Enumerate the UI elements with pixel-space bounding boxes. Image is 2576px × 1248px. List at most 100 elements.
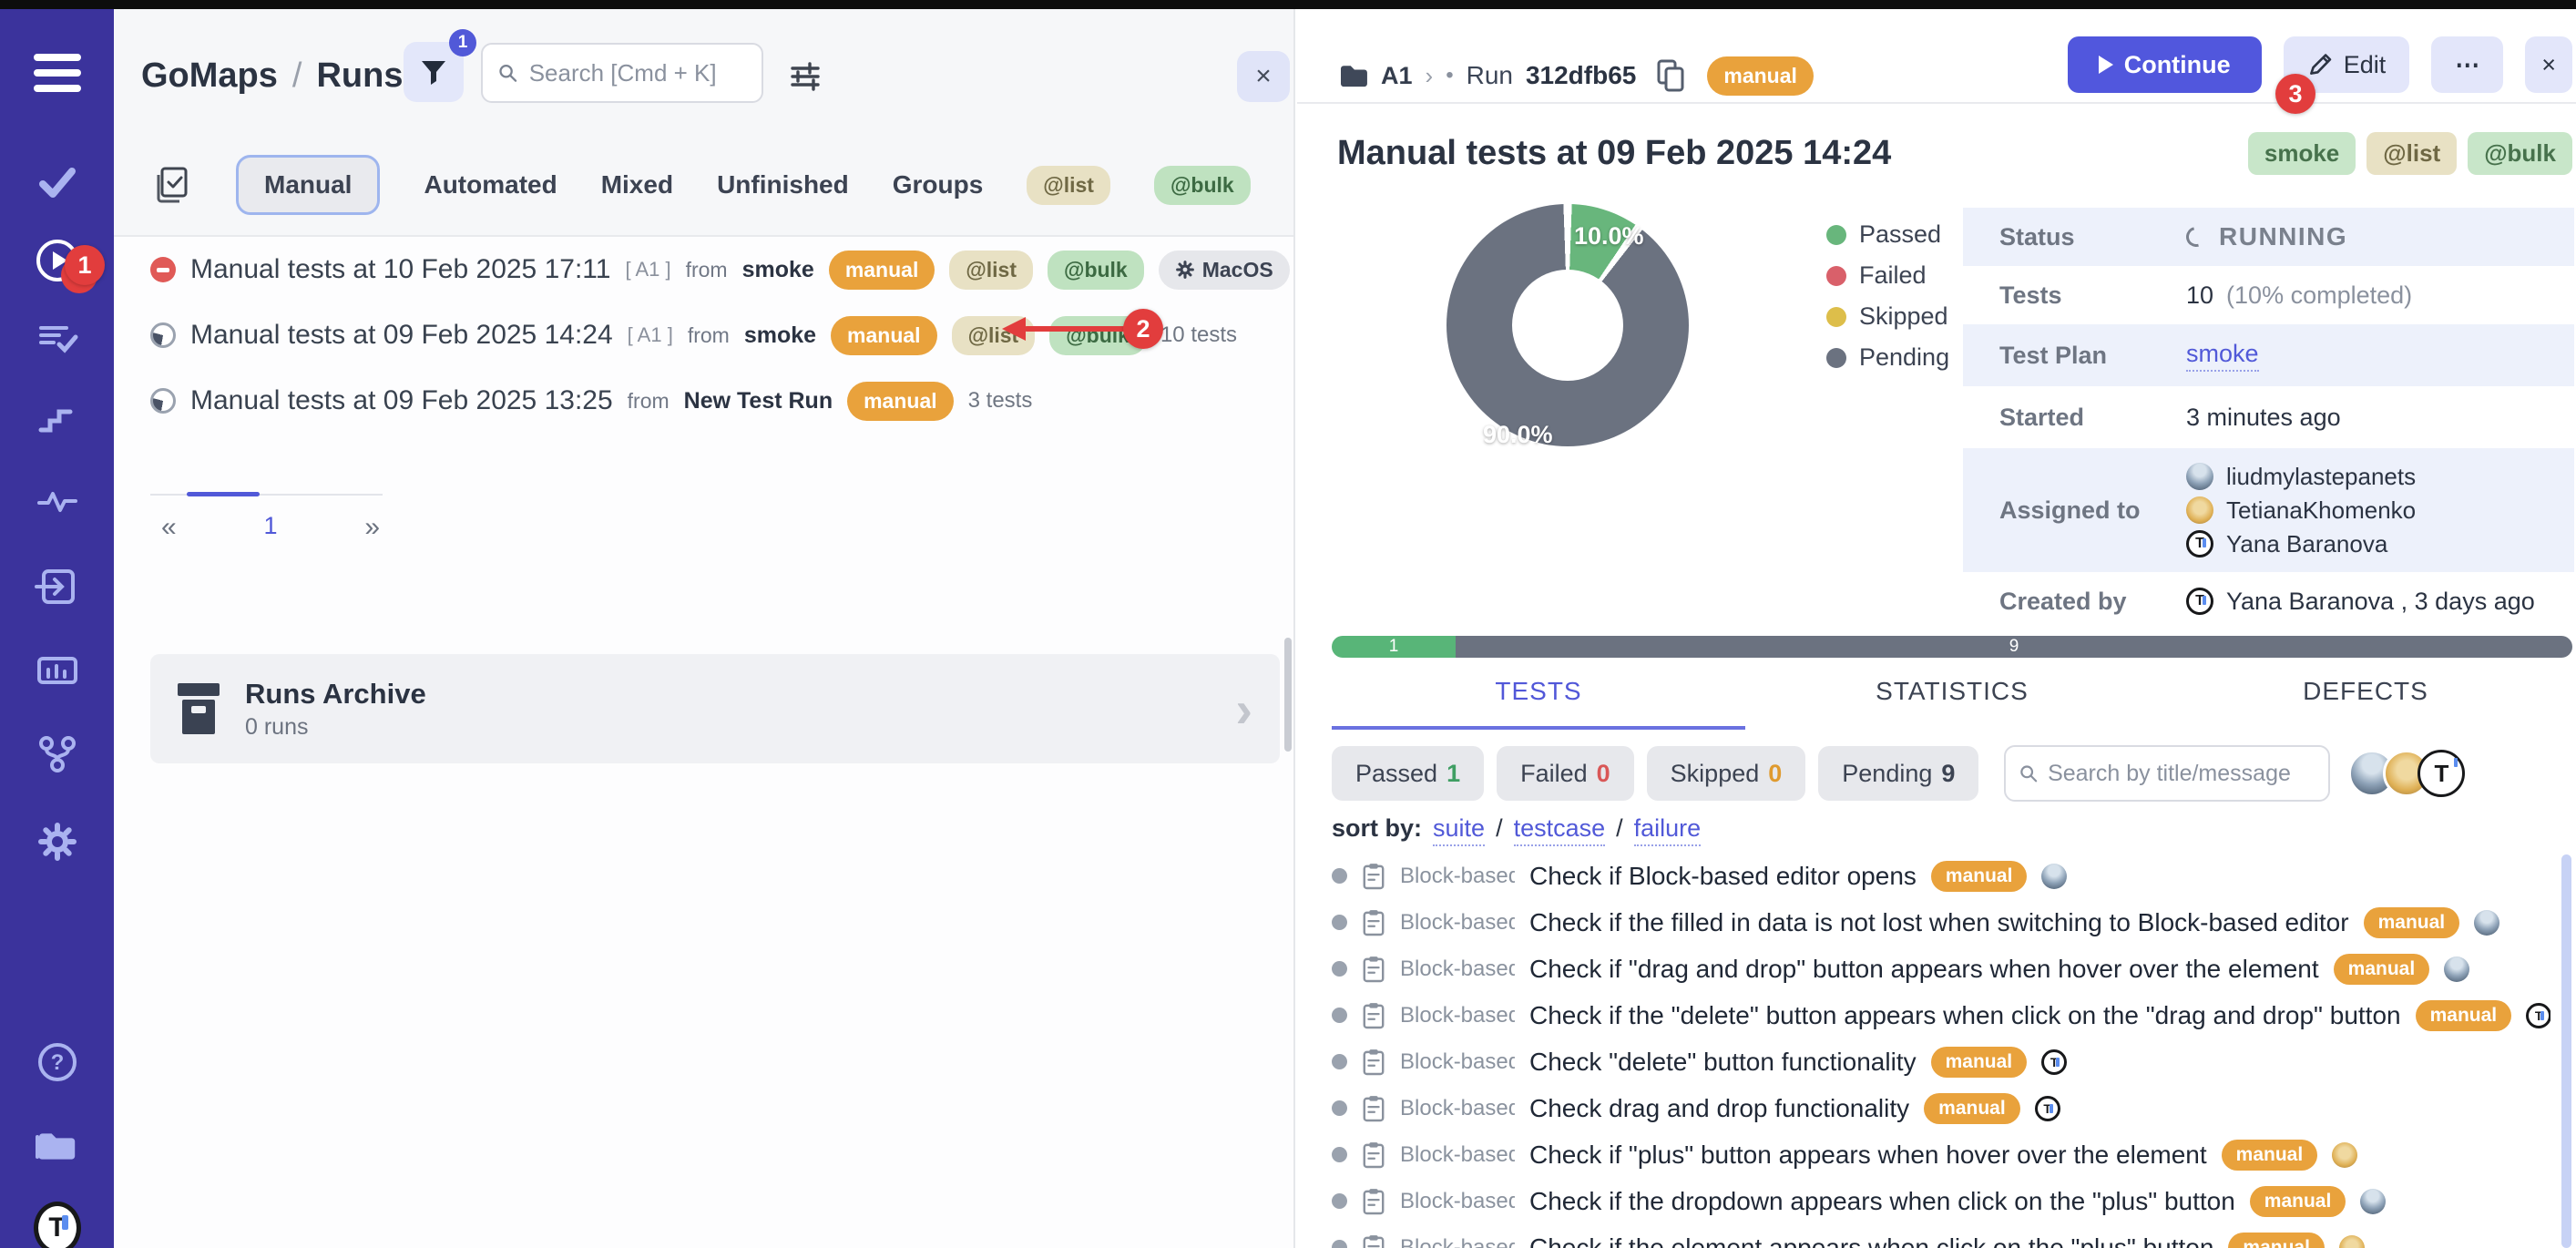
test-list-item[interactable]: Block-based...Check if the "delete" butt… (1332, 992, 2550, 1038)
run-badge-manual: manual (829, 251, 935, 290)
runs-search[interactable] (481, 43, 763, 103)
reports-icon[interactable] (34, 647, 81, 694)
result-filter-row: Passed1Failed0Skipped0Pending9 T (1332, 745, 2572, 802)
tests-search[interactable] (2004, 745, 2330, 802)
continue-button[interactable]: Continue (2068, 36, 2262, 93)
tests-search-input[interactable] (2048, 761, 2315, 787)
test-status-icon (1332, 1054, 1347, 1069)
projects-folder-icon[interactable] (34, 1122, 81, 1170)
close-detail-button[interactable]: × (2525, 36, 2572, 93)
test-list-item[interactable]: Block-based...Check if the filled in dat… (1332, 899, 2550, 946)
run-tag-list[interactable]: @list (2366, 132, 2457, 175)
test-title: Check if the filled in data is not lost … (1529, 908, 2349, 937)
runs-search-input[interactable] (529, 59, 747, 87)
test-list-item[interactable]: Block-based...Check drag and drop functi… (1332, 1085, 2550, 1131)
copy-icon[interactable] (1656, 59, 1685, 92)
close-panel-button[interactable]: × (1237, 51, 1290, 102)
test-suite-label: Block-based... (1400, 1049, 1515, 1075)
right-panel-scrollbar[interactable] (2561, 854, 2571, 1248)
filter-label: Passed (1355, 760, 1437, 788)
pagination-active-indicator (187, 492, 260, 496)
activity-icon[interactable] (34, 477, 81, 525)
detail-tabs: TESTSSTATISTICSDEFECTS (1332, 677, 2572, 730)
test-list-item[interactable]: Block-based...Check if "plus" button app… (1332, 1131, 2550, 1178)
run-list-item[interactable]: Manual tests at 09 Feb 2025 13:25fromNew… (114, 368, 1293, 434)
view-settings-icon[interactable] (785, 56, 825, 101)
run-tab-manual[interactable]: Manual (236, 155, 380, 215)
runs-archive-card[interactable]: Runs Archive 0 runs › (150, 654, 1280, 763)
run-list-item[interactable]: Manual tests at 10 Feb 2025 17:11[ A1 ]f… (114, 237, 1293, 302)
breadcrumb-suite[interactable]: A1 (1381, 62, 1413, 90)
tab-statistics[interactable]: STATISTICS (1745, 677, 2159, 730)
run-tag-bulk[interactable]: @bulk (2468, 132, 2572, 175)
test-list-item[interactable]: Block-based...Check "delete" button func… (1332, 1038, 2550, 1085)
run-type-badge: manual (1707, 56, 1814, 96)
run-actions: Continue Edit ⋯ × (2068, 36, 2572, 93)
help-icon[interactable]: ? (34, 1038, 81, 1086)
summary-row-plan: Test Plan smoke (1963, 324, 2574, 386)
funnel-icon (418, 56, 449, 87)
clipboard-icon (1362, 1002, 1385, 1029)
pagination-prev[interactable]: « (161, 512, 177, 543)
run-tag-smoke[interactable]: smoke (2248, 132, 2356, 175)
requirements-icon[interactable] (34, 729, 81, 776)
annotation-arrow-line (1024, 326, 1126, 332)
test-list-item[interactable]: Block-based...Check if the element appea… (1332, 1224, 2550, 1248)
left-panel-scrollbar[interactable] (1284, 638, 1292, 752)
avatar-logo[interactable]: T (2418, 750, 2465, 797)
test-list-item[interactable]: Block-based...Check if Block-based edito… (1332, 853, 2550, 899)
test-status-icon (1332, 1100, 1347, 1116)
test-assignee-avatar (2444, 956, 2469, 982)
test-suite-label: Block-based... (1400, 1235, 1515, 1248)
breadcrumb-project[interactable]: GoMaps (141, 56, 278, 96)
more-actions-button[interactable]: ⋯ (2431, 36, 2503, 93)
run-ref: [ A1 ] (625, 258, 670, 281)
test-suite-label: Block-based... (1400, 956, 1515, 982)
pagination-next[interactable]: » (364, 512, 380, 543)
runs-list: Manual tests at 10 Feb 2025 17:11[ A1 ]f… (114, 237, 1293, 434)
sort-by-failure[interactable]: failure (1634, 814, 1702, 846)
sort-by-suite[interactable]: suite (1433, 814, 1485, 846)
filter-pending-button[interactable]: Pending9 (1818, 746, 1978, 801)
pagination-page-1[interactable]: 1 (263, 512, 277, 543)
run-tab-unfinished[interactable]: Unfinished (717, 170, 849, 199)
test-cases-icon[interactable] (34, 159, 81, 206)
search-icon (497, 61, 518, 85)
shared-steps-icon[interactable] (34, 563, 81, 610)
run-from-label: from (686, 258, 728, 282)
test-list-item[interactable]: Block-based...Check if "drag and drop" b… (1332, 946, 2550, 992)
run-test-count: 3 tests (968, 388, 1033, 414)
donut-passed-label: 10.0% (1574, 222, 1644, 251)
tag-filter-bulk[interactable]: @bulk (1154, 166, 1251, 205)
run-status-icon (150, 257, 176, 282)
run-tab-automated[interactable]: Automated (424, 170, 557, 199)
run-tab-groups[interactable]: Groups (893, 170, 984, 199)
run-list-item[interactable]: Manual tests at 09 Feb 2025 14:24[ A1 ]f… (114, 302, 1293, 368)
test-type-badge: manual (2364, 907, 2460, 938)
filter-passed-button[interactable]: Passed1 (1332, 746, 1484, 801)
bulk-edit-icon[interactable] (150, 164, 192, 206)
tab-tests[interactable]: TESTS (1332, 677, 1745, 730)
test-type-badge: manual (2250, 1186, 2346, 1217)
assignee-avatar (2186, 463, 2213, 490)
run-badge-MacOS: MacOS (1159, 251, 1290, 290)
assignee-filter-avatars[interactable]: T (2348, 750, 2465, 797)
filter-skipped-button[interactable]: Skipped0 (1647, 746, 1806, 801)
test-list-item[interactable]: Block-based...Check if the dropdown appe… (1332, 1178, 2550, 1224)
sort-by-testcase[interactable]: testcase (1514, 814, 1606, 846)
test-status-icon (1332, 1240, 1347, 1248)
user-avatar[interactable]: T (34, 1204, 81, 1248)
settings-gear-icon[interactable] (34, 818, 81, 865)
filter-failed-button[interactable]: Failed0 (1497, 746, 1634, 801)
tab-defects[interactable]: DEFECTS (2159, 677, 2572, 730)
menu-icon[interactable] (34, 49, 81, 97)
test-plans-icon[interactable] (34, 315, 81, 363)
run-tab-mixed[interactable]: Mixed (601, 170, 673, 199)
test-plan-link[interactable]: smoke (2186, 340, 2259, 372)
test-status-icon (1332, 868, 1347, 884)
legend-item-pending: Pending (1826, 343, 1949, 372)
progress-segment: 1 (1332, 636, 1456, 658)
top-black-bar (0, 0, 2576, 9)
tag-filter-list[interactable]: @list (1027, 166, 1110, 205)
milestones-steps-icon[interactable] (34, 395, 81, 443)
